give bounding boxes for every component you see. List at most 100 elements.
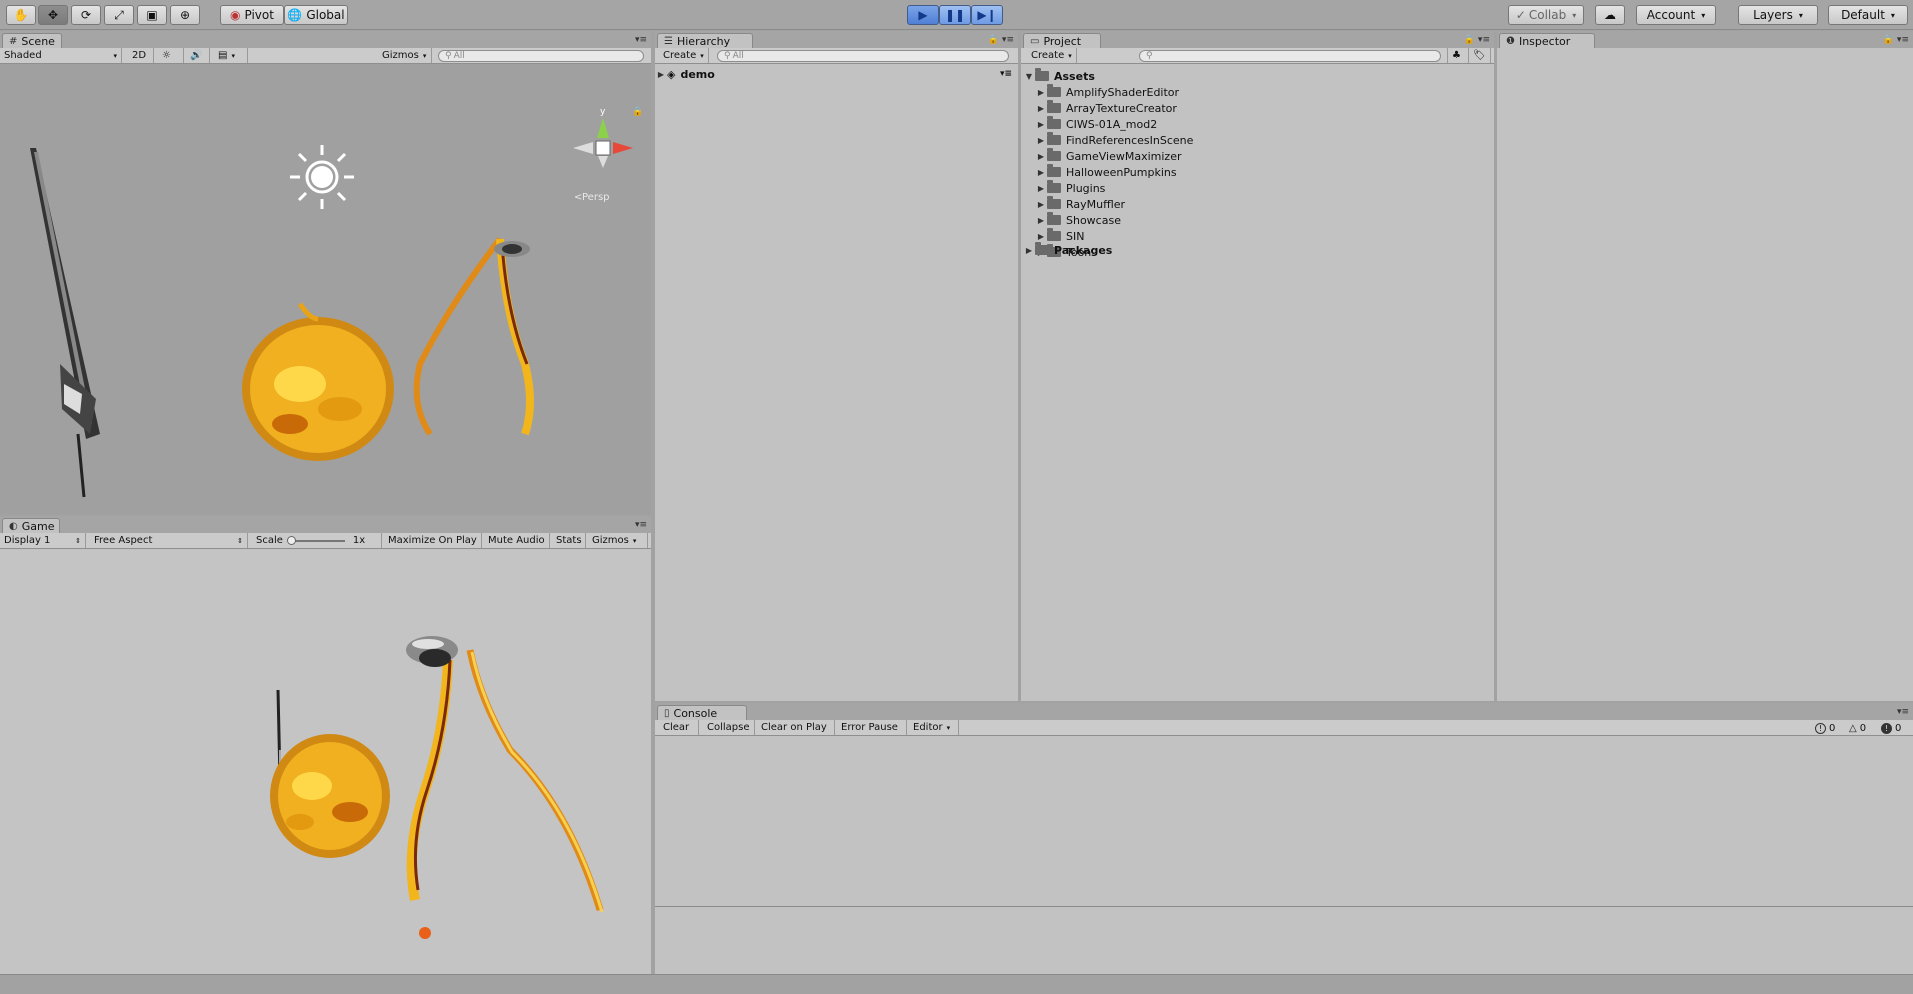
main-toolbar: ✋ ✥ ⟳ ⤢ ▣ ⊕ ◉ Pivot 🌐 Global ▶ ❚❚ ▶❙ ✓ C… [0, 0, 1913, 30]
projection-label[interactable]: Persp [582, 192, 610, 203]
expand-arrow-icon[interactable]: ▶ [1035, 168, 1047, 177]
expand-arrow-icon[interactable]: ▶ [1035, 152, 1047, 161]
tab-project[interactable]: ▭ Project [1023, 33, 1101, 48]
filter-by-type-button[interactable]: ♣ [1447, 48, 1469, 63]
cloud-button[interactable]: ☁ [1595, 5, 1625, 25]
game-canvas [270, 636, 604, 939]
scale-slider-track[interactable] [286, 535, 345, 545]
error-count-toggle[interactable]: ! 0 [1881, 721, 1901, 735]
hierarchy-create-dropdown[interactable]: Create ▾ [659, 48, 709, 63]
assets-row[interactable]: ▼ Assets [1021, 68, 1494, 84]
rect-tool-button[interactable]: ▣ [137, 5, 167, 25]
tab-console[interactable]: ▯ Console [657, 705, 747, 720]
expand-arrow-icon[interactable]: ▶ [1035, 232, 1047, 241]
pivot-toggle[interactable]: ◉ Pivot [220, 5, 284, 25]
console-collapse-toggle[interactable]: Collapse [703, 720, 755, 735]
tab-inspector[interactable]: ❶ Inspector [1499, 33, 1595, 48]
scene-effects-dropdown[interactable]: ▤ ▾ [214, 48, 248, 63]
mode-2d-toggle[interactable]: 2D [128, 48, 154, 63]
play-button[interactable]: ▶ [907, 5, 939, 25]
project-folder-item[interactable]: ▶ CIWS-01A_mod2 [1021, 116, 1494, 132]
shading-mode-dropdown[interactable]: Shaded ▾ [0, 48, 122, 63]
game-viewport[interactable] [0, 550, 651, 974]
panel-menu-icon[interactable]: 🔒 ▾≡ [988, 35, 1014, 45]
info-count-toggle[interactable]: ! 0 [1815, 721, 1835, 735]
global-toggle[interactable]: 🌐 Global [284, 5, 348, 25]
project-toolbar: Create ▾ ⚲ ♣ 🏷 [1021, 48, 1494, 64]
transform-tool-button[interactable]: ⊕ [170, 5, 200, 25]
project-tree: ▼ Assets ▶ AmplifyShaderEditor ▶ ArrayTextu… [1021, 64, 1494, 701]
project-folder-item[interactable]: ▶ FindReferencesInScene [1021, 132, 1494, 148]
expand-arrow-icon[interactable]: ▶ [1035, 184, 1047, 193]
project-folder-item[interactable]: ▶ Plugins [1021, 180, 1494, 196]
move-tool-icon: ✥ [47, 8, 59, 22]
project-folder-item[interactable]: ▶ RayMuffler [1021, 196, 1494, 212]
panel-menu-icon[interactable]: 🔒 ▾≡ [1464, 35, 1490, 45]
scene-toolbar: Shaded ▾ 2D ☼ 🔊 ▤ ▾ Gizmos ▾ ⚲ All [0, 48, 651, 64]
hierarchy-search-input[interactable]: ⚲ All [717, 50, 1009, 62]
project-folder-item[interactable]: ▶ AmplifyShaderEditor [1021, 84, 1494, 100]
folder-icon [1047, 116, 1061, 129]
packages-row[interactable]: ▶ Packages [1021, 242, 1494, 258]
expand-arrow-icon[interactable]: ▶ [1035, 200, 1047, 209]
tab-hierarchy[interactable]: ☰ Hierarchy [657, 33, 753, 48]
lock-icon[interactable]: 🔒 [632, 106, 643, 117]
project-search-input[interactable]: ⚲ [1139, 50, 1441, 62]
console-clear-on-play-toggle[interactable]: Clear on Play [757, 720, 835, 735]
project-folder-item[interactable]: ▶ HalloweenPumpkins [1021, 164, 1494, 180]
mute-audio-toggle[interactable]: Mute Audio [484, 533, 550, 548]
stats-toggle[interactable]: Stats [552, 533, 586, 548]
warning-count-toggle[interactable]: △ 0 [1849, 721, 1866, 735]
search-icon: ⚲ [1146, 51, 1153, 61]
layers-dropdown[interactable]: Layers ▾ [1738, 5, 1818, 25]
scene-viewport[interactable]: y Persp < 🔒 [0, 64, 651, 514]
scene-audio-toggle[interactable]: 🔊 [186, 48, 210, 63]
scene-search-input[interactable]: ⚲ All [438, 50, 644, 62]
orientation-gizmo[interactable]: y [573, 107, 633, 168]
step-button[interactable]: ▶❙ [971, 5, 1003, 25]
scene-options-icon[interactable]: ▾≡ [1000, 69, 1012, 79]
collab-dropdown[interactable]: ✓ Collab ▾ [1508, 5, 1584, 25]
expand-arrow-icon[interactable]: ▶ [1035, 136, 1047, 145]
layout-dropdown[interactable]: Default ▾ [1828, 5, 1908, 25]
panel-menu-icon[interactable]: 🔒 ▾≡ [1883, 35, 1909, 45]
console-log-area[interactable] [655, 736, 1913, 974]
console-editor-dropdown[interactable]: Editor ▾ [909, 720, 959, 735]
move-tool-button[interactable]: ✥ [38, 5, 68, 25]
maximize-on-play-toggle[interactable]: Maximize On Play [384, 533, 482, 548]
panel-menu-icon[interactable]: ▾≡ [635, 35, 647, 45]
filter-by-label-button[interactable]: 🏷 [1469, 48, 1491, 63]
scale-tool-button[interactable]: ⤢ [104, 5, 134, 25]
scale-slider[interactable]: Scale 1x [252, 533, 382, 548]
tab-scene[interactable]: # Scene [2, 33, 62, 48]
project-folder-item[interactable]: ▶ Showcase [1021, 212, 1494, 228]
console-error-pause-toggle[interactable]: Error Pause [837, 720, 907, 735]
expand-arrow-icon[interactable]: ▶ [1035, 216, 1047, 225]
account-dropdown[interactable]: Account ▾ [1636, 5, 1716, 25]
project-folder-item[interactable]: ▶ GameViewMaximizer [1021, 148, 1494, 164]
collapse-arrow-icon[interactable]: ▼ [1023, 72, 1035, 81]
console-clear-button[interactable]: Clear [659, 720, 699, 735]
display-dropdown[interactable]: Display 1 ⇕ [0, 533, 86, 548]
expand-arrow-icon[interactable]: ▶ [1035, 88, 1047, 97]
hand-tool-button[interactable]: ✋ [6, 5, 36, 25]
expand-arrow-icon[interactable]: ▶ [1035, 120, 1047, 129]
scene-gizmos-dropdown[interactable]: Gizmos ▾ [378, 48, 432, 63]
tab-game[interactable]: ◐ Game [2, 518, 60, 533]
expand-arrow-icon[interactable]: ▶ [1035, 104, 1047, 113]
pause-button[interactable]: ❚❚ [939, 5, 971, 25]
project-create-dropdown[interactable]: Create ▾ [1027, 48, 1077, 63]
expand-arrow-icon[interactable]: ▶ [655, 70, 667, 79]
expand-arrow-icon[interactable]: ▶ [1023, 246, 1035, 255]
scale-slider-handle[interactable] [286, 535, 296, 545]
rotate-tool-button[interactable]: ⟳ [71, 5, 101, 25]
scene-lighting-toggle[interactable]: ☼ [158, 48, 184, 63]
project-folder-item[interactable]: ▶ ArrayTextureCreator [1021, 100, 1494, 116]
filter-type-icon: ♣ [1452, 50, 1461, 61]
aspect-dropdown[interactable]: Free Aspect ⇕ [90, 533, 248, 548]
panel-menu-icon[interactable]: ▾≡ [635, 520, 647, 530]
console-detail-divider[interactable] [655, 906, 1913, 907]
panel-menu-icon[interactable]: ▾≡ [1897, 707, 1909, 717]
scene-row[interactable]: ▶ ◈ demo ▾≡ [655, 66, 1018, 82]
game-gizmos-dropdown[interactable]: Gizmos ▾ [588, 533, 648, 548]
